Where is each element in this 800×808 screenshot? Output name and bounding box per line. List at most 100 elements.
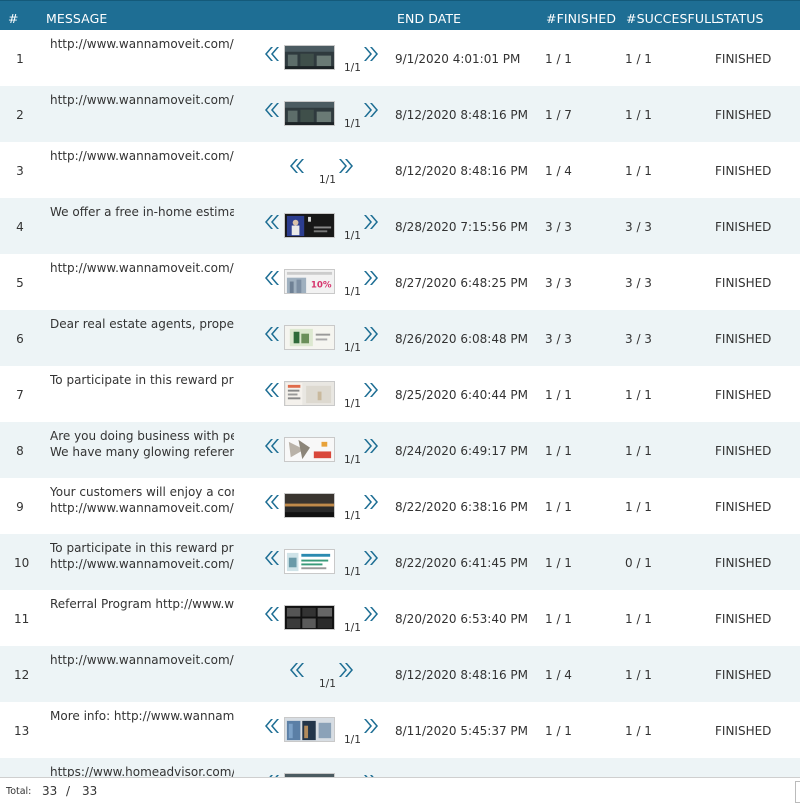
prev-attachment-icon[interactable] — [262, 324, 280, 344]
status-text: FINISHED — [715, 444, 772, 458]
thumb-collage[interactable] — [284, 437, 335, 462]
table-row[interactable]: 13 More info: http://www.wannamo 1/1 8/11/2… — [0, 702, 800, 758]
next-attachment-icon[interactable] — [338, 156, 356, 176]
end-date: 8/24/2020 6:49:17 PM — [395, 444, 529, 458]
svg-text:10%: 10% — [311, 280, 332, 290]
next-attachment-icon[interactable] — [363, 212, 381, 232]
prev-attachment-icon[interactable] — [262, 44, 280, 64]
message-line: More info: http://www.wannamo — [50, 709, 234, 723]
next-attachment-icon[interactable] — [363, 268, 381, 288]
message-line: Your customers will enjoy a comf — [50, 485, 234, 499]
status-text: FINISHED — [715, 52, 772, 66]
attachment-pager: 1/1 — [344, 286, 361, 298]
prev-attachment-icon[interactable] — [287, 660, 305, 680]
status-text: FINISHED — [715, 388, 772, 402]
message-line: http://www.wannamoveit.com/re — [50, 37, 234, 51]
end-date: 8/25/2020 6:40:44 PM — [395, 388, 529, 402]
successful-count: 1 / 1 — [625, 668, 652, 682]
thumb-green-card[interactable] — [284, 325, 335, 350]
column-header-finished[interactable]: #FINISHED — [546, 11, 616, 26]
next-attachment-icon[interactable] — [363, 604, 381, 624]
count-separator: / — [66, 784, 71, 798]
prev-attachment-icon[interactable] — [262, 548, 280, 568]
thumb-room[interactable] — [284, 381, 335, 406]
prev-attachment-icon[interactable] — [262, 492, 280, 512]
message-line: http://www.wannamoveit.com/re — [50, 653, 234, 667]
successful-count: 1 / 1 — [625, 388, 652, 402]
message-cell: http://www.wannamoveit.com/re — [50, 652, 234, 668]
scroll-control[interactable] — [795, 781, 800, 803]
thumb-dark-street[interactable] — [284, 45, 335, 70]
finished-count: 1 / 1 — [545, 500, 572, 514]
attachment-pager: 1/1 — [344, 734, 361, 746]
status-text: FINISHED — [715, 164, 772, 178]
message-cell: http://www.wannamoveit.com/re — [50, 260, 234, 276]
finished-count: 1 / 1 — [545, 444, 572, 458]
thumb-movers-dark[interactable] — [284, 213, 335, 238]
message-line: Are you doing business with peop — [50, 429, 234, 443]
table-row[interactable]: 12 http://www.wannamoveit.com/re 1/1 8/12/2… — [0, 646, 800, 702]
prev-attachment-icon[interactable] — [262, 212, 280, 232]
next-attachment-icon[interactable] — [363, 380, 381, 400]
prev-attachment-icon[interactable] — [262, 100, 280, 120]
row-number: 9 — [16, 500, 24, 514]
attachment-pager: 1/1 — [344, 566, 361, 578]
end-date: 8/22/2020 6:41:45 PM — [395, 556, 529, 570]
column-header-successful[interactable]: #SUCCESFULL — [626, 11, 718, 26]
row-number: 6 — [16, 332, 24, 346]
message-cell: https://www.homeadvisor.com/r — [50, 764, 234, 777]
prev-attachment-icon[interactable] — [262, 380, 280, 400]
status-text: FINISHED — [715, 276, 772, 290]
thumb-blue-doors[interactable] — [284, 717, 335, 742]
prev-attachment-icon[interactable] — [287, 156, 305, 176]
attachment-pager: 1/1 — [319, 678, 336, 690]
table-row[interactable]: 3 http://www.wannamoveit.com/re 1/1 8/12/20… — [0, 142, 800, 198]
thumb-dark-street[interactable] — [284, 101, 335, 126]
row-number: 4 — [16, 220, 24, 234]
prev-attachment-icon[interactable] — [262, 436, 280, 456]
table-row[interactable]: 4 We offer a free in-home estimate 1/1 8/28… — [0, 198, 800, 254]
table-row[interactable]: 5 http://www.wannamoveit.com/re 10% 1/1 8/27… — [0, 254, 800, 310]
end-date: 8/12/2020 8:48:16 PM — [395, 668, 529, 682]
thumb-sunset[interactable] — [284, 493, 335, 518]
next-attachment-icon[interactable] — [363, 324, 381, 344]
end-date: 8/28/2020 7:15:56 PM — [395, 220, 529, 234]
end-date: 9/1/2020 4:01:01 PM — [395, 52, 521, 66]
thumb-dark-grid[interactable] — [284, 605, 335, 630]
end-date: 8/27/2020 6:48:25 PM — [395, 276, 529, 290]
column-header-status[interactable]: STATUS — [716, 11, 764, 26]
prev-attachment-icon[interactable] — [262, 604, 280, 624]
successful-count: 1 / 1 — [625, 52, 652, 66]
table-row[interactable]: 11 Referral Program http://www.wa 1/1 8/20/… — [0, 590, 800, 646]
status-text: FINISHED — [715, 556, 772, 570]
message-cell: http://www.wannamoveit.com/re — [50, 148, 234, 164]
table-row[interactable]: 7 To participate in this reward prog 1/1 8/… — [0, 366, 800, 422]
message-cell: More info: http://www.wannamo — [50, 708, 234, 724]
column-header-message[interactable]: MESSAGE — [46, 11, 107, 26]
column-header-end-date[interactable]: END DATE — [397, 11, 461, 26]
next-attachment-icon[interactable] — [363, 100, 381, 120]
next-attachment-icon[interactable] — [363, 44, 381, 64]
prev-attachment-icon[interactable] — [262, 268, 280, 288]
table-row[interactable]: 9 Your customers will enjoy a comf http://… — [0, 478, 800, 534]
thumb-flyer[interactable] — [284, 549, 335, 574]
table-row[interactable]: 6 Dear real estate agents, property 1/1 8/2… — [0, 310, 800, 366]
table-row[interactable]: 8 Are you doing business with peop We have… — [0, 422, 800, 478]
message-line: http://www.wannamoveit.com/re — [50, 557, 234, 571]
next-attachment-icon[interactable] — [363, 716, 381, 736]
message-line: To participate in this reward prog — [50, 373, 234, 387]
thumb-discount[interactable]: 10% — [284, 269, 335, 294]
message-line: We have many glowing reference — [50, 445, 234, 459]
table-row[interactable]: 10 To participate in this reward prog http… — [0, 534, 800, 590]
next-attachment-icon[interactable] — [363, 492, 381, 512]
column-header-num[interactable]: # — [8, 11, 19, 26]
table-row[interactable]: 1 http://www.wannamoveit.com/re 1/1 9/1/202… — [0, 30, 800, 86]
next-attachment-icon[interactable] — [363, 436, 381, 456]
successful-count: 1 / 1 — [625, 724, 652, 738]
prev-attachment-icon[interactable] — [262, 716, 280, 736]
end-date: 8/22/2020 6:38:16 PM — [395, 500, 529, 514]
table-row[interactable]: https://www.homeadvisor.com/r — [0, 758, 800, 777]
next-attachment-icon[interactable] — [363, 548, 381, 568]
table-row[interactable]: 2 http://www.wannamoveit.com/re 1/1 8/12/20… — [0, 86, 800, 142]
next-attachment-icon[interactable] — [338, 660, 356, 680]
